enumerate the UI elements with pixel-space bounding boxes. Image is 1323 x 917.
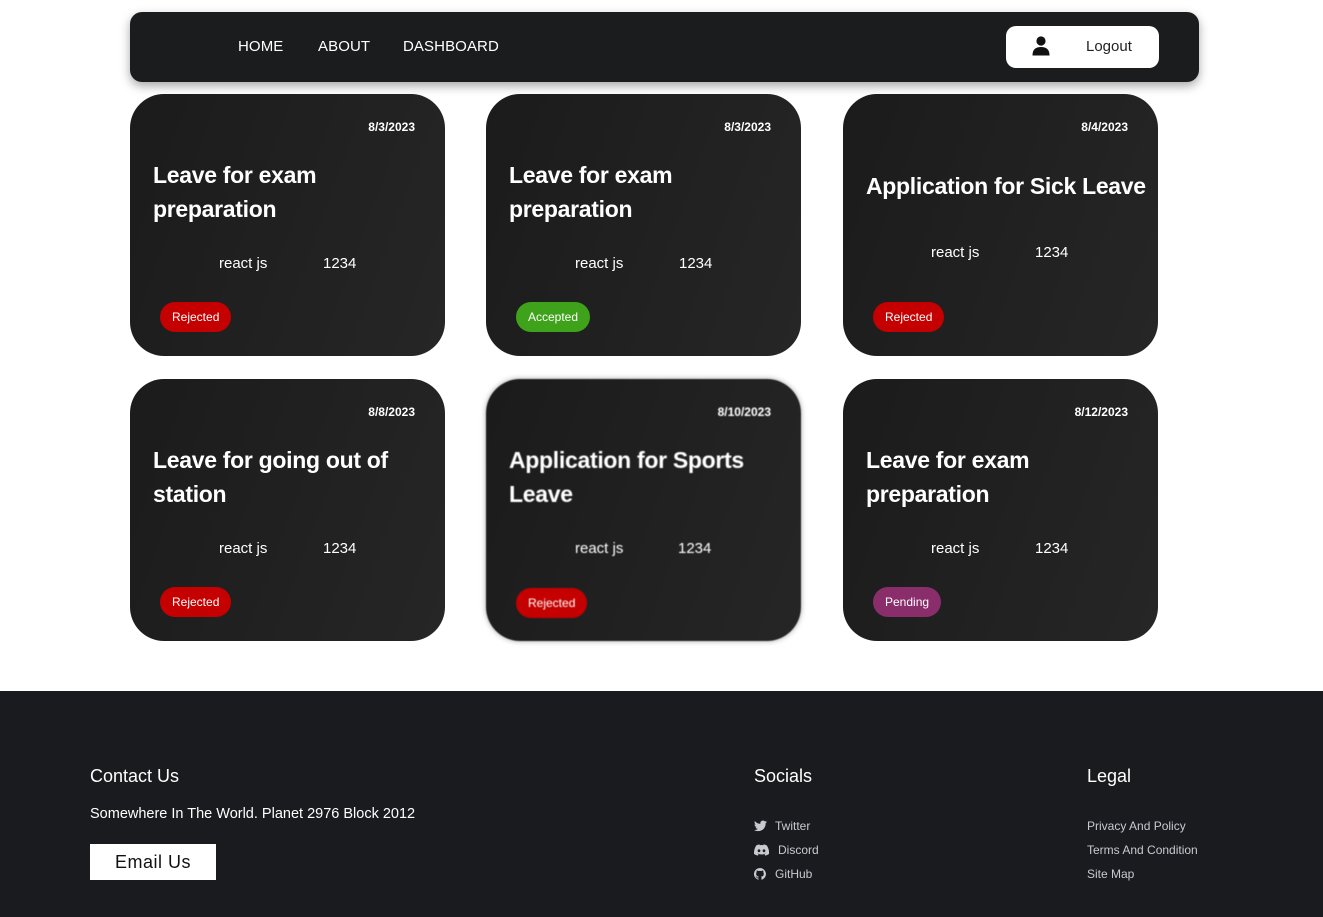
card-date: 8/3/2023 — [368, 120, 415, 134]
status-badge: Rejected — [160, 587, 232, 617]
card-title: Application for Sports Leave — [509, 447, 744, 507]
card-id: 1234 — [678, 540, 712, 557]
card-id: 1234 — [1035, 540, 1069, 557]
card-date: 8/3/2023 — [724, 120, 771, 134]
email-us-button[interactable]: Email Us — [90, 844, 216, 880]
legal-heading: Legal — [1087, 766, 1132, 786]
twitter-label: Twitter — [775, 819, 811, 833]
leave-card[interactable]: 8/4/2023 Application for Sick Leave reac… — [843, 94, 1158, 356]
github-icon — [754, 868, 766, 880]
leave-card[interactable]: 8/10/2023 Application for Sports Leave r… — [486, 379, 801, 641]
contact-address: Somewhere In The World. Planet 2976 Bloc… — [90, 806, 416, 822]
twitter-icon — [754, 820, 767, 832]
card-title: Leave for exam preparation — [153, 162, 317, 222]
card-id: 1234 — [323, 255, 357, 272]
card-title: Leave for exam preparation — [509, 162, 673, 222]
terms-condition-link[interactable]: Terms And Condition — [1087, 843, 1198, 857]
nav-home-link[interactable]: HOME — [238, 38, 283, 55]
contact-heading: Contact Us — [90, 766, 180, 786]
nav-about-link[interactable]: ABOUT — [318, 38, 370, 55]
card-name: react js — [575, 255, 624, 272]
discord-icon — [754, 844, 769, 856]
leave-card[interactable]: 8/3/2023 Leave for exam preparation reac… — [130, 94, 445, 356]
site-map-link[interactable]: Site Map — [1087, 867, 1134, 881]
card-id: 1234 — [679, 255, 713, 272]
card-date: 8/12/2023 — [1074, 405, 1128, 419]
navbar: HOME ABOUT DASHBOARD Logout — [130, 12, 1199, 82]
nav-dashboard-link[interactable]: DASHBOARD — [403, 38, 499, 55]
socials-heading: Socials — [754, 766, 813, 786]
logout-label: Logout — [1086, 38, 1132, 55]
privacy-policy-link[interactable]: Privacy And Policy — [1087, 819, 1186, 833]
discord-label: Discord — [778, 843, 819, 857]
status-badge: Rejected — [160, 302, 232, 332]
card-name: react js — [931, 540, 980, 557]
status-badge: Rejected — [516, 588, 588, 618]
leave-card[interactable]: 8/8/2023 Leave for going out of station … — [130, 379, 445, 641]
card-date: 8/4/2023 — [1081, 120, 1128, 134]
status-badge: Rejected — [873, 302, 945, 332]
status-badge: Pending — [873, 587, 942, 617]
leave-card[interactable]: 8/3/2023 Leave for exam preparation reac… — [486, 94, 801, 356]
status-badge: Accepted — [516, 302, 591, 332]
leave-card[interactable]: 8/12/2023 Leave for exam preparation rea… — [843, 379, 1158, 641]
card-date: 8/10/2023 — [717, 405, 771, 419]
card-date: 8/8/2023 — [368, 405, 415, 419]
user-icon — [1032, 36, 1050, 56]
footer: Contact Us Somewhere In The World. Plane… — [0, 691, 1323, 917]
card-id: 1234 — [1035, 244, 1069, 261]
card-id: 1234 — [323, 540, 357, 557]
card-name: react js — [931, 244, 980, 261]
card-title: Application for Sick Leave — [866, 173, 1146, 199]
github-label: GitHub — [775, 867, 813, 881]
card-name: react js — [575, 540, 624, 557]
card-name: react js — [219, 540, 268, 557]
card-title: Leave for going out of station — [153, 447, 388, 507]
card-name: react js — [219, 255, 268, 272]
logout-button[interactable]: Logout — [1006, 26, 1159, 68]
card-title: Leave for exam preparation — [866, 447, 1030, 507]
